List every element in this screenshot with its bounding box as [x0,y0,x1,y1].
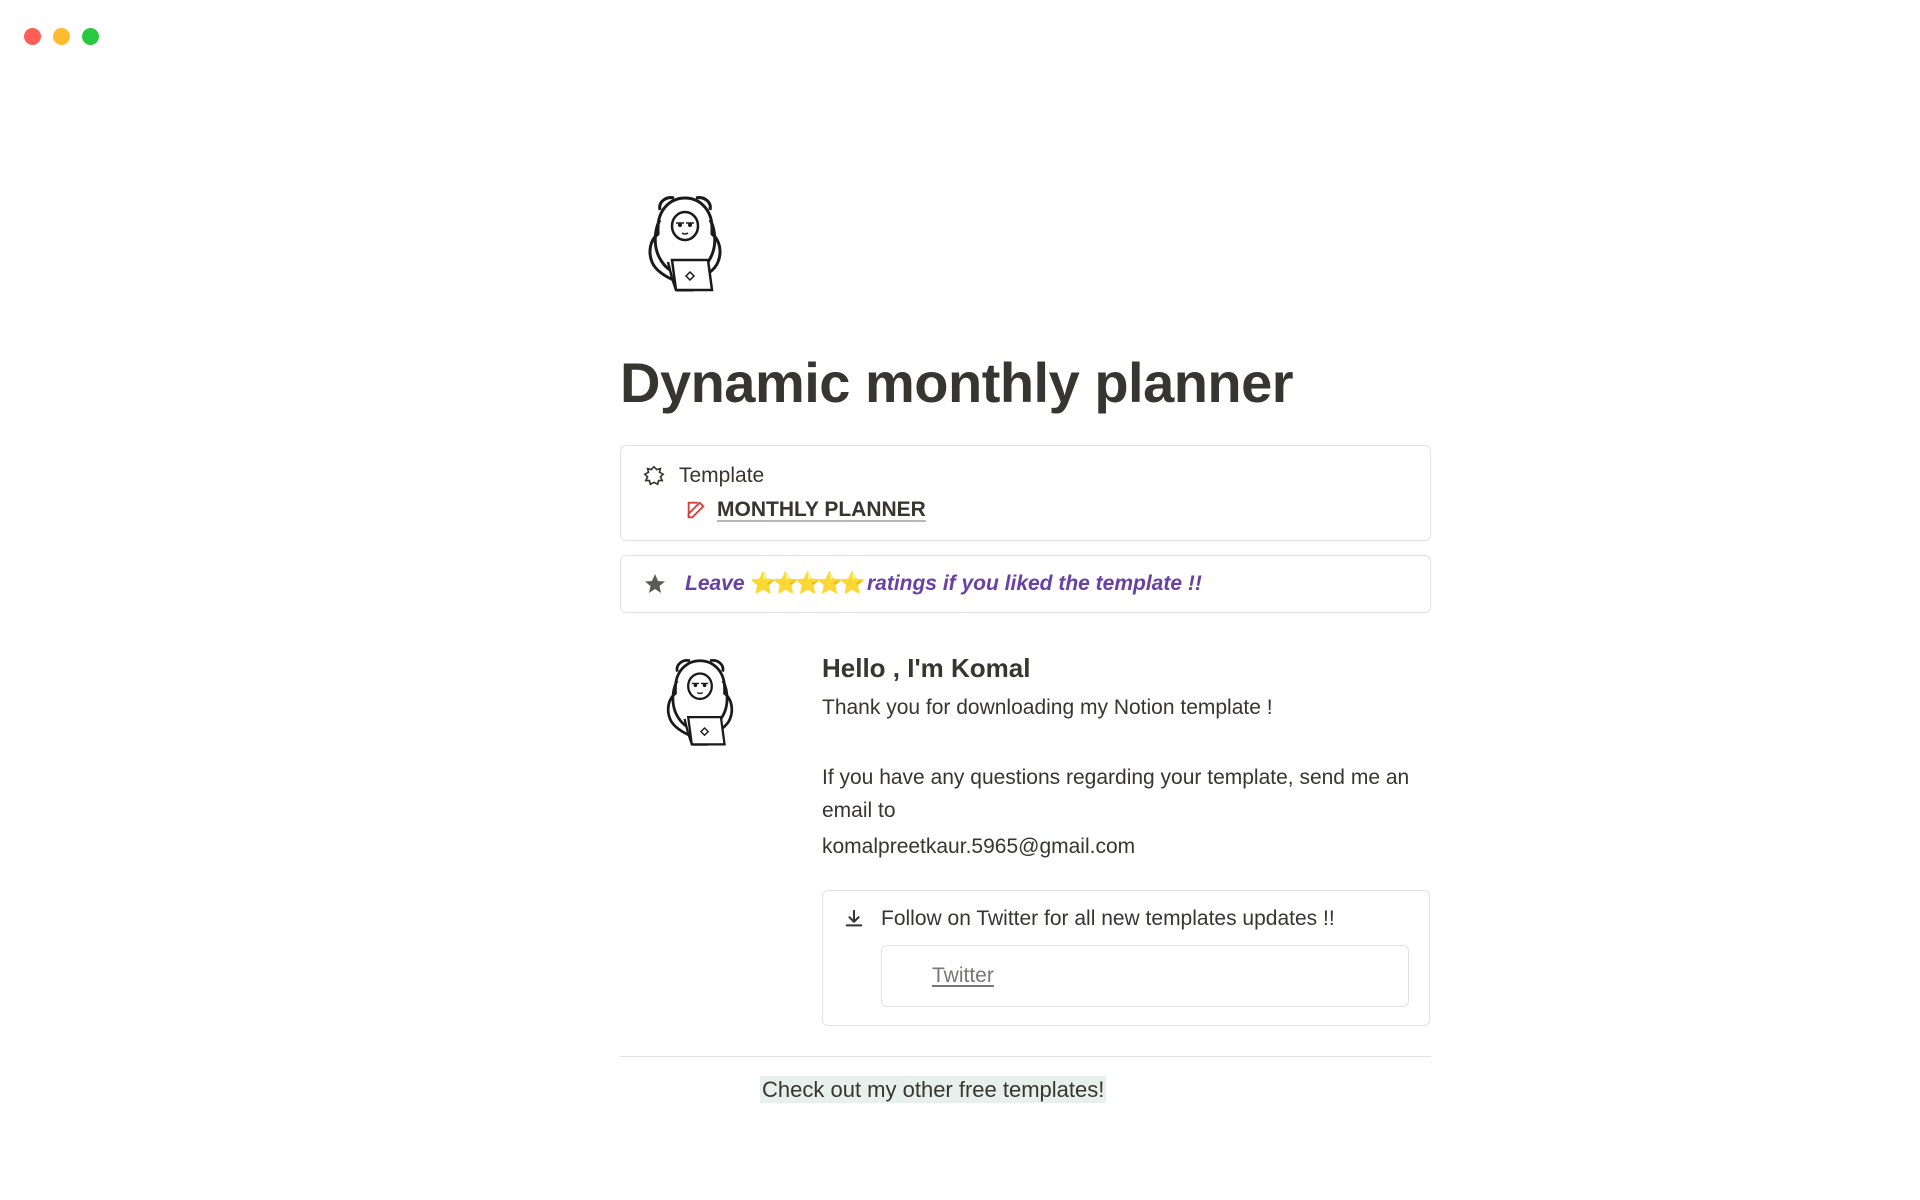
footer-wrapper: Check out my other free templates! [620,1077,1440,1103]
template-callout: Template MONTHLY PLANNER [620,445,1431,541]
rating-text: Leave ⭐⭐⭐⭐⭐ ratings if you liked the tem… [685,572,1202,596]
template-link-label: MONTHLY PLANNER [717,498,926,522]
template-header: Template [643,464,1408,488]
rating-prefix: Leave [685,572,750,595]
author-thanks: Thank you for downloading my Notion temp… [822,696,1430,720]
author-heading: Hello , I'm Komal [822,653,1430,684]
person-laptop-icon [650,653,750,763]
author-content: Hello , I'm Komal Thank you for download… [822,653,1440,1026]
window-controls [24,28,99,45]
edit-icon [685,499,707,521]
author-avatar [650,653,750,1026]
follow-callout: Follow on Twitter for all new templates … [822,890,1430,1026]
rating-stars: ⭐⭐⭐⭐⭐ [750,572,861,595]
badge-icon [643,465,665,487]
rating-callout: Leave ⭐⭐⭐⭐⭐ ratings if you liked the tem… [620,555,1431,613]
divider [620,1056,1431,1057]
close-window-dot[interactable] [24,28,41,45]
footer-link[interactable]: Check out my other free templates! [760,1076,1106,1103]
download-icon [843,908,865,930]
author-section: Hello , I'm Komal Thank you for download… [650,653,1440,1026]
twitter-link[interactable]: Twitter [932,964,994,987]
author-contact-email: komalpreetkaur.5965@gmail.com [822,831,1430,864]
star-icon [643,572,667,596]
template-label: Template [679,464,764,488]
rating-suffix: ratings if you liked the template !! [861,572,1202,595]
template-link[interactable]: MONTHLY PLANNER [685,498,1408,522]
maximize-window-dot[interactable] [82,28,99,45]
twitter-box[interactable]: Twitter [881,945,1409,1007]
follow-header-text: Follow on Twitter for all new templates … [881,907,1335,931]
person-laptop-icon [630,190,740,310]
page-title: Dynamic monthly planner [620,350,1440,415]
minimize-window-dot[interactable] [53,28,70,45]
page-container: Dynamic monthly planner Template MONTHLY… [480,0,1440,1103]
follow-header: Follow on Twitter for all new templates … [843,907,1409,931]
author-contact-line: If you have any questions regarding your… [822,762,1430,827]
page-icon [630,190,1440,310]
